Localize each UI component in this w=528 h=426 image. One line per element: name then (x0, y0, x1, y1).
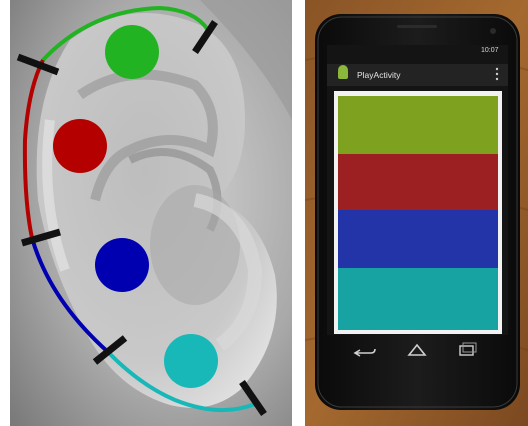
earpiece (397, 25, 437, 28)
lower-helix-dot (95, 238, 149, 292)
phone-photo: 10:07 PlayActivity (305, 0, 528, 426)
ear-illustration (10, 0, 292, 426)
lobe-dot (164, 334, 218, 388)
upper-helix-dot (105, 25, 159, 79)
ear-figure (10, 0, 292, 426)
app-title: PlayActivity (357, 70, 401, 80)
color-stripe[interactable] (338, 96, 498, 154)
android-icon (338, 65, 348, 79)
phone-illustration (305, 0, 528, 426)
color-stripe[interactable] (338, 154, 498, 210)
front-camera (490, 28, 496, 34)
app-action-bar (327, 64, 508, 86)
status-time: 10:07 (481, 47, 499, 54)
color-stripe[interactable] (338, 268, 498, 330)
overflow-menu-icon[interactable] (495, 67, 499, 81)
color-stripe[interactable] (338, 210, 498, 268)
mid-helix-dot (53, 119, 107, 173)
